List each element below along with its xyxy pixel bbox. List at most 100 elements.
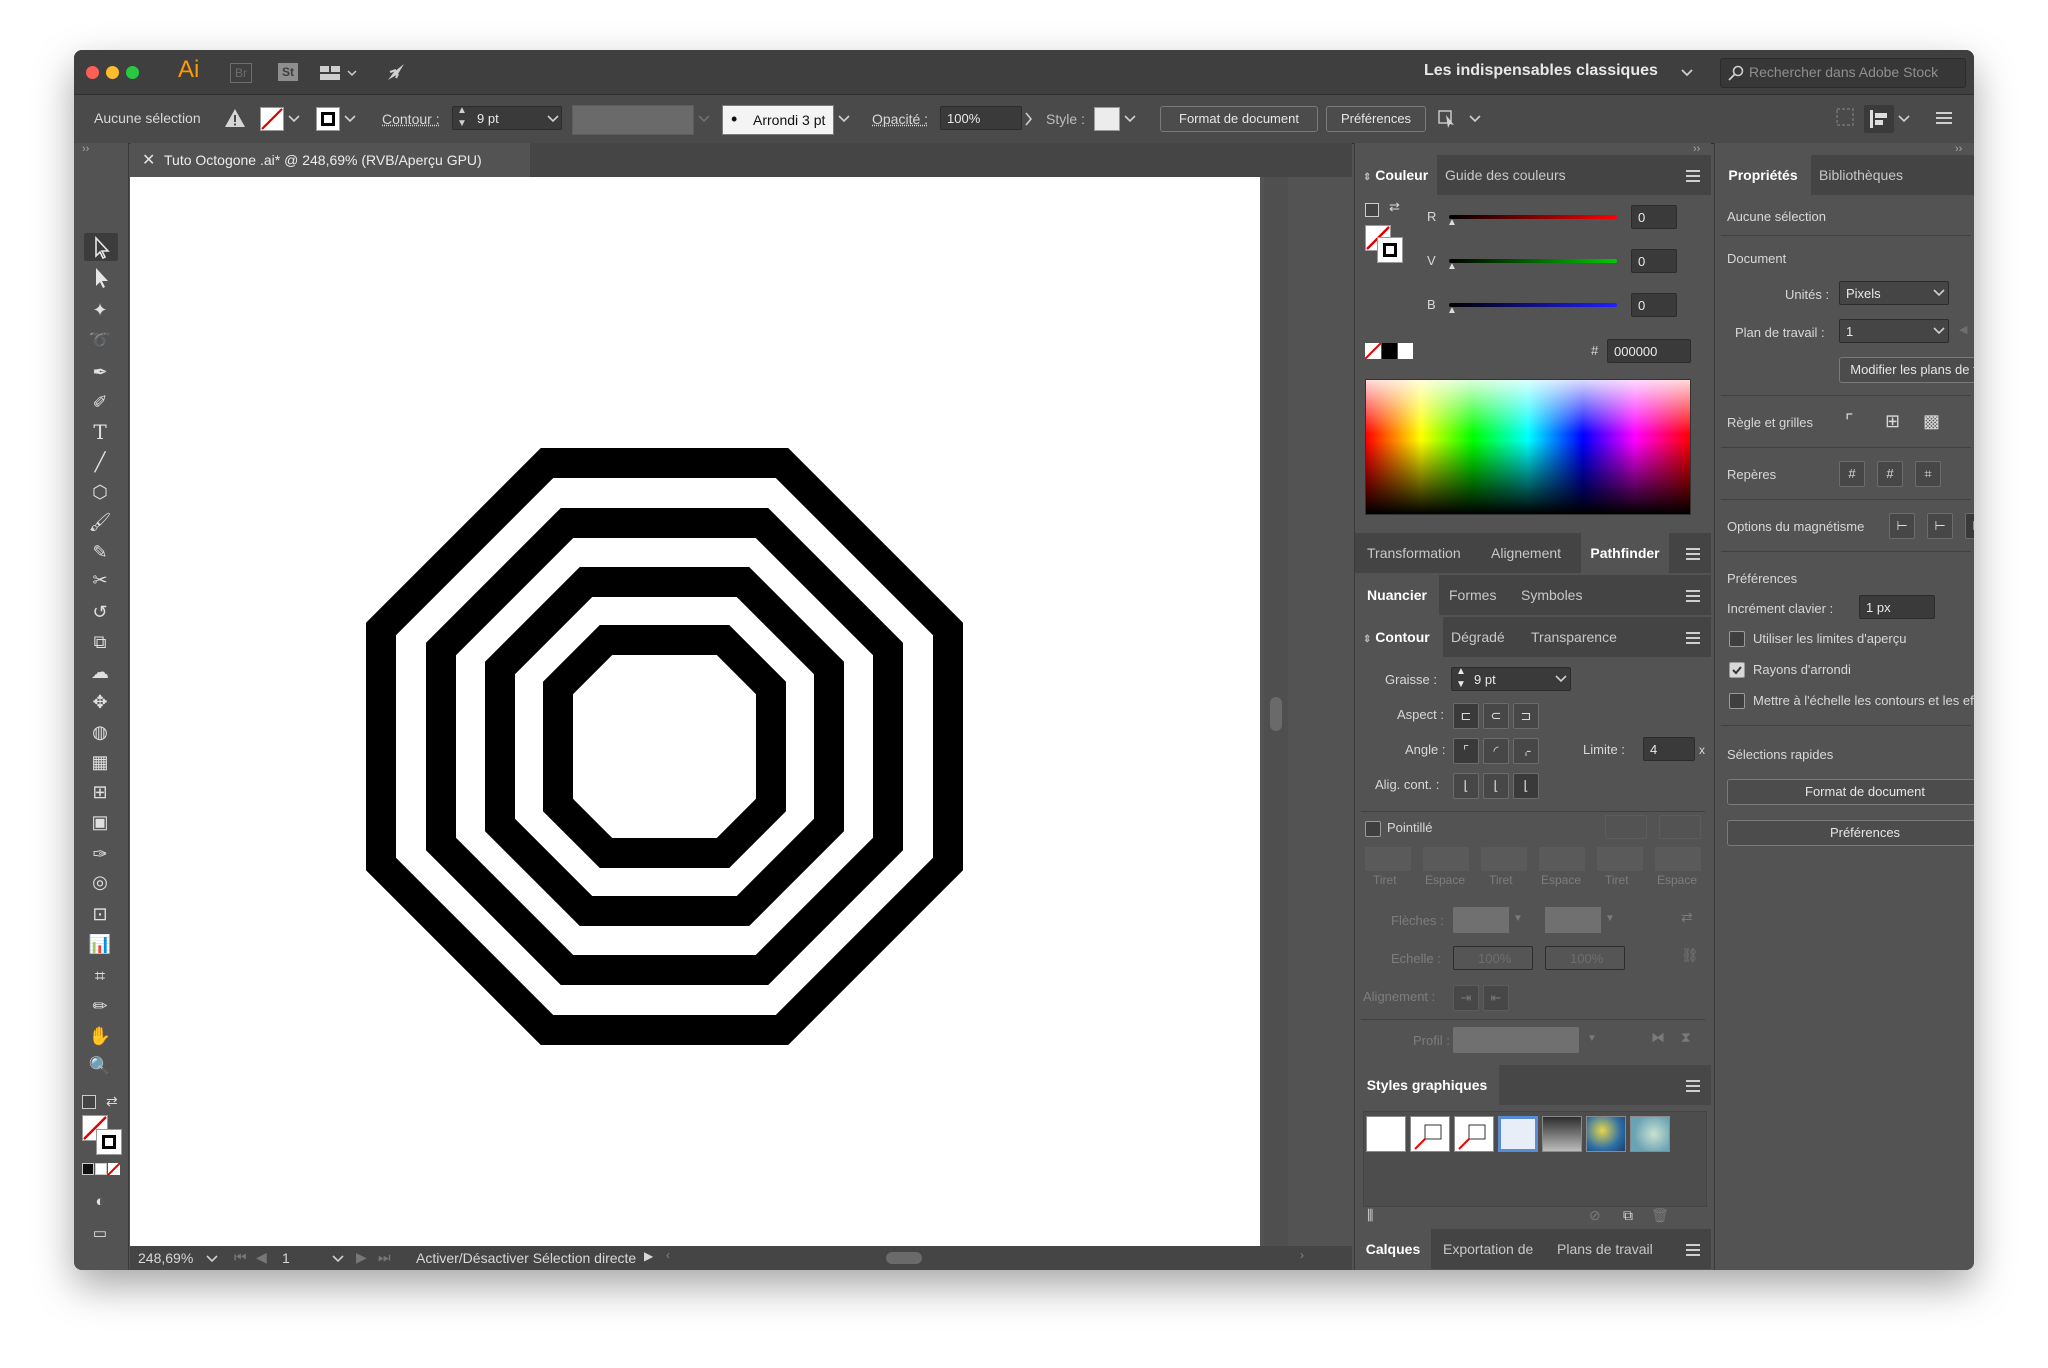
bevel-join-icon[interactable]: ⌌ [1513,738,1539,764]
horizontal-scroll-thumb[interactable] [886,1252,922,1264]
tab-calques[interactable]: Calques [1355,1229,1431,1269]
profil-chevron-icon[interactable]: ▼ [1587,1033,1597,1044]
chevron-down-icon[interactable] [547,114,559,124]
rotate-tool-icon[interactable]: ↺ [85,599,115,625]
new-style-icon[interactable]: ⧉ [1623,1207,1633,1224]
style-swatch-3[interactable] [1454,1116,1494,1152]
align-chevron-icon[interactable] [1898,114,1910,124]
screen-mode-icon[interactable]: ▭ [85,1221,115,1247]
color-stroke-swatch[interactable] [1377,237,1403,263]
pointille-checkbox[interactable] [1365,821,1381,837]
stepper-down-icon[interactable]: ▼ [1456,679,1466,691]
increment-field[interactable]: 1 px [1859,595,1935,619]
tab-symboles[interactable]: Symboles [1521,575,1582,615]
properties-preferences-button[interactable]: Préférences [1727,820,1974,846]
artboard[interactable] [130,177,1260,1247]
default-colors-icon[interactable] [82,1095,96,1109]
blue-slider-thumb-icon[interactable]: ▲ [1447,305,1457,316]
transparency-grid-icon[interactable]: ▩ [1923,411,1940,432]
blend-tool-icon[interactable]: ◎ [85,869,115,895]
zoom-window-icon[interactable] [126,66,139,79]
fill-swatch[interactable] [260,107,284,131]
green-value-field[interactable]: 0 [1631,249,1677,273]
dash-field-1[interactable] [1365,847,1411,871]
fill-dropdown-chevron-icon[interactable] [288,114,300,124]
green-slider[interactable] [1449,259,1617,263]
panel-menu-icon[interactable] [1685,1079,1701,1093]
artboard-number[interactable]: 1 [282,1250,290,1266]
panel-menu-icon[interactable] [1685,1243,1701,1257]
tab-guide-des-couleurs[interactable]: Guide des couleurs [1445,155,1566,195]
type-tool-icon[interactable]: T [85,419,115,445]
align-center-stroke-icon[interactable]: ⌊ [1453,773,1479,799]
miter-join-icon[interactable]: ⌜ [1453,738,1479,764]
graphic-style-swatch[interactable] [1094,107,1120,131]
shaper-tool-icon[interactable]: ✎ [85,539,115,565]
minimize-window-icon[interactable] [106,66,119,79]
draw-mode-icon[interactable]: ◐ [85,1189,115,1215]
dash-align-icon[interactable] [1659,815,1701,839]
black-color-icon[interactable] [1382,343,1397,359]
selection-tool-icon[interactable] [89,236,115,260]
style-swatch-blue[interactable] [1498,1116,1538,1152]
opacity-label[interactable]: Opacité : [872,111,928,127]
prev-plan-icon[interactable]: ◀ [1959,323,1967,336]
zoom-chevron-icon[interactable] [206,1254,218,1264]
tab-styles-graphiques[interactable]: Styles graphiques [1355,1065,1499,1105]
graisse-chevron-icon[interactable] [1555,674,1567,684]
rulers-icon[interactable]: ⌜ [1845,411,1853,432]
variable-width-profile[interactable] [572,105,694,135]
collapse-properties-icon[interactable]: ›› [1955,143,1962,155]
bridge-button[interactable]: Br [230,63,252,83]
line-tool-icon[interactable]: ╱ [85,449,115,475]
none-color-icon[interactable] [1365,343,1381,359]
properties-format-button[interactable]: Format de document [1727,779,1974,805]
last-artboard-icon[interactable]: ⏭ [378,1249,391,1266]
lock-guides-icon[interactable]: # [1877,461,1903,487]
panel-menu-icon[interactable] [1685,169,1701,183]
polygon-tool-icon[interactable]: ⬡ [85,479,115,505]
toolbox-stroke-swatch[interactable] [96,1129,122,1155]
prev-artboard-icon[interactable]: ◀ [256,1249,267,1266]
stroke-swatch[interactable] [316,107,340,131]
align-inside-stroke-icon[interactable]: ⌊ [1483,773,1509,799]
scale-tool-icon[interactable]: ⧉ [85,629,115,655]
artboard-chevron-icon[interactable] [332,1254,344,1264]
workspace-switcher[interactable]: Les indispensables classiques [1424,62,1658,80]
panel-menu-icon[interactable] [1685,547,1701,561]
white-color-icon[interactable] [1398,343,1413,359]
style-swatch-default[interactable] [1366,1116,1406,1152]
dash-preserve-icon[interactable] [1605,815,1647,839]
blue-slider[interactable] [1449,303,1617,307]
panel-menu-icon[interactable] [1685,631,1701,645]
zoom-level[interactable]: 248,69% [138,1250,193,1266]
tab-bibliotheques[interactable]: Bibliothèques [1819,155,1903,195]
arrow-end-select[interactable] [1545,907,1601,933]
collapse-dock-icon[interactable]: ›› [1693,143,1700,155]
echelle-start-field[interactable]: 100% [1453,946,1533,970]
butt-cap-icon[interactable]: ⊏ [1453,703,1479,729]
tab-nuancier[interactable]: Nuancier [1355,575,1439,615]
magic-wand-tool-icon[interactable]: ✦ [85,297,115,323]
break-link-icon[interactable]: ⊘ [1589,1207,1601,1224]
plan-chevron-icon[interactable] [1933,326,1945,336]
styles-library-icon[interactable]: ⫼ [1367,1207,1373,1224]
dash-field-2[interactable] [1481,847,1527,871]
default-fill-stroke-icon[interactable] [1365,203,1379,217]
swap-fill-stroke-icon[interactable]: ⇄ [1389,199,1400,215]
scroll-right-icon[interactable]: › [1300,1248,1304,1262]
gap-field-1[interactable] [1423,847,1469,871]
zoom-tool-icon[interactable]: 🔍 [85,1053,115,1079]
chevron-down-icon[interactable] [1680,68,1694,78]
style-swatch-2[interactable] [1410,1116,1450,1152]
projecting-cap-icon[interactable]: ⊐ [1513,703,1539,729]
graph-tool-icon[interactable]: 📊 [85,931,115,957]
brush-chevron-icon[interactable] [838,114,850,124]
octagon-artwork[interactable] [130,177,1260,1247]
profil-select[interactable] [1453,1027,1579,1053]
tab-plans-de-travail[interactable]: Plans de travail [1557,1229,1653,1269]
document-tab[interactable]: ✕ Tuto Octogone .ai* @ 248,69% (RVB/Aper… [130,143,530,177]
swap-colors-icon[interactable]: ⇄ [106,1093,118,1110]
round-cap-icon[interactable]: ⊂ [1483,703,1509,729]
red-value-field[interactable]: 0 [1631,205,1677,229]
